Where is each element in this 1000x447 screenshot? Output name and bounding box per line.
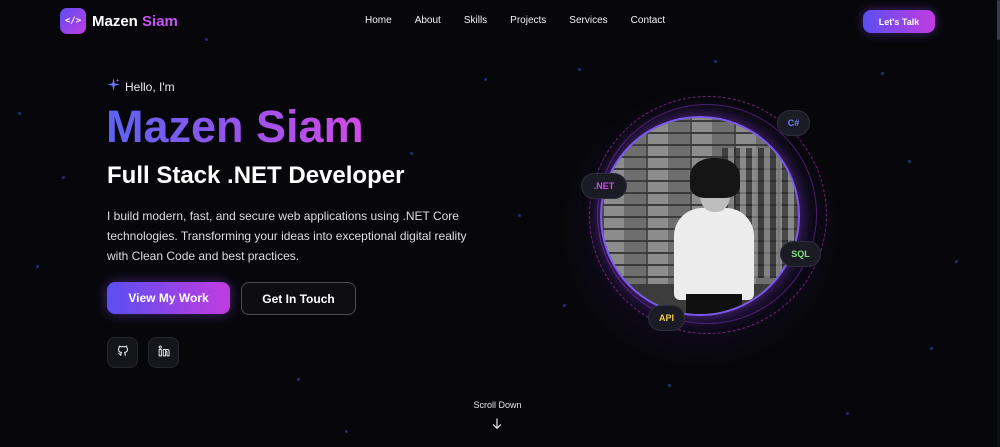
tech-badge-dotnet: .NET (581, 173, 627, 199)
get-in-touch-button[interactable]: Get In Touch (241, 282, 356, 315)
hero-role: Full Stack .NET Developer (107, 162, 405, 189)
logo[interactable]: </> Mazen Siam (60, 8, 178, 34)
nav-projects[interactable]: Projects (510, 15, 546, 26)
tech-badge-api: API (648, 305, 685, 331)
arrow-down-icon[interactable] (491, 417, 503, 435)
particle (297, 378, 300, 381)
linkedin-link[interactable] (148, 337, 179, 368)
nav-about[interactable]: About (415, 15, 441, 26)
particle (205, 38, 208, 41)
particle (846, 412, 849, 415)
particle (563, 304, 566, 307)
particle (908, 160, 911, 163)
particle (410, 152, 413, 155)
scroll-down-label[interactable]: Scroll Down (460, 400, 535, 410)
hero-name: Mazen Siam (106, 101, 364, 152)
particle (518, 214, 521, 217)
particle (36, 265, 39, 268)
linkedin-icon (158, 344, 170, 362)
particle (18, 112, 21, 115)
github-icon (117, 344, 129, 362)
profile-photo (600, 116, 800, 316)
nav-services[interactable]: Services (569, 15, 607, 26)
code-icon: </> (60, 8, 86, 34)
main-nav: Home About Skills Projects Services Cont… (365, 15, 665, 26)
nav-home[interactable]: Home (365, 15, 392, 26)
lets-talk-button[interactable]: Let's Talk (863, 10, 935, 33)
particle (714, 60, 717, 63)
greeting: Hello, I'm (107, 78, 175, 96)
github-link[interactable] (107, 337, 138, 368)
hero-description: I build modern, fast, and secure web app… (107, 209, 467, 263)
particle (62, 176, 65, 179)
tech-badge-sql: SQL (780, 241, 821, 267)
particle (930, 347, 933, 350)
particle (484, 78, 487, 81)
particle (668, 384, 671, 387)
nav-skills[interactable]: Skills (464, 15, 487, 26)
particle (345, 430, 348, 433)
logo-text: Mazen Siam (92, 13, 178, 30)
nav-contact[interactable]: Contact (631, 15, 665, 26)
view-my-work-button[interactable]: View My Work (107, 282, 230, 314)
particle (578, 68, 581, 71)
tech-badge-csharp: C# (777, 110, 810, 136)
sparkle-icon (107, 78, 120, 96)
greeting-text: Hello, I'm (125, 80, 175, 94)
logo-first-name: Mazen (92, 12, 138, 30)
particle (881, 72, 884, 75)
particle (955, 260, 958, 263)
logo-last-name: Siam (142, 12, 178, 30)
